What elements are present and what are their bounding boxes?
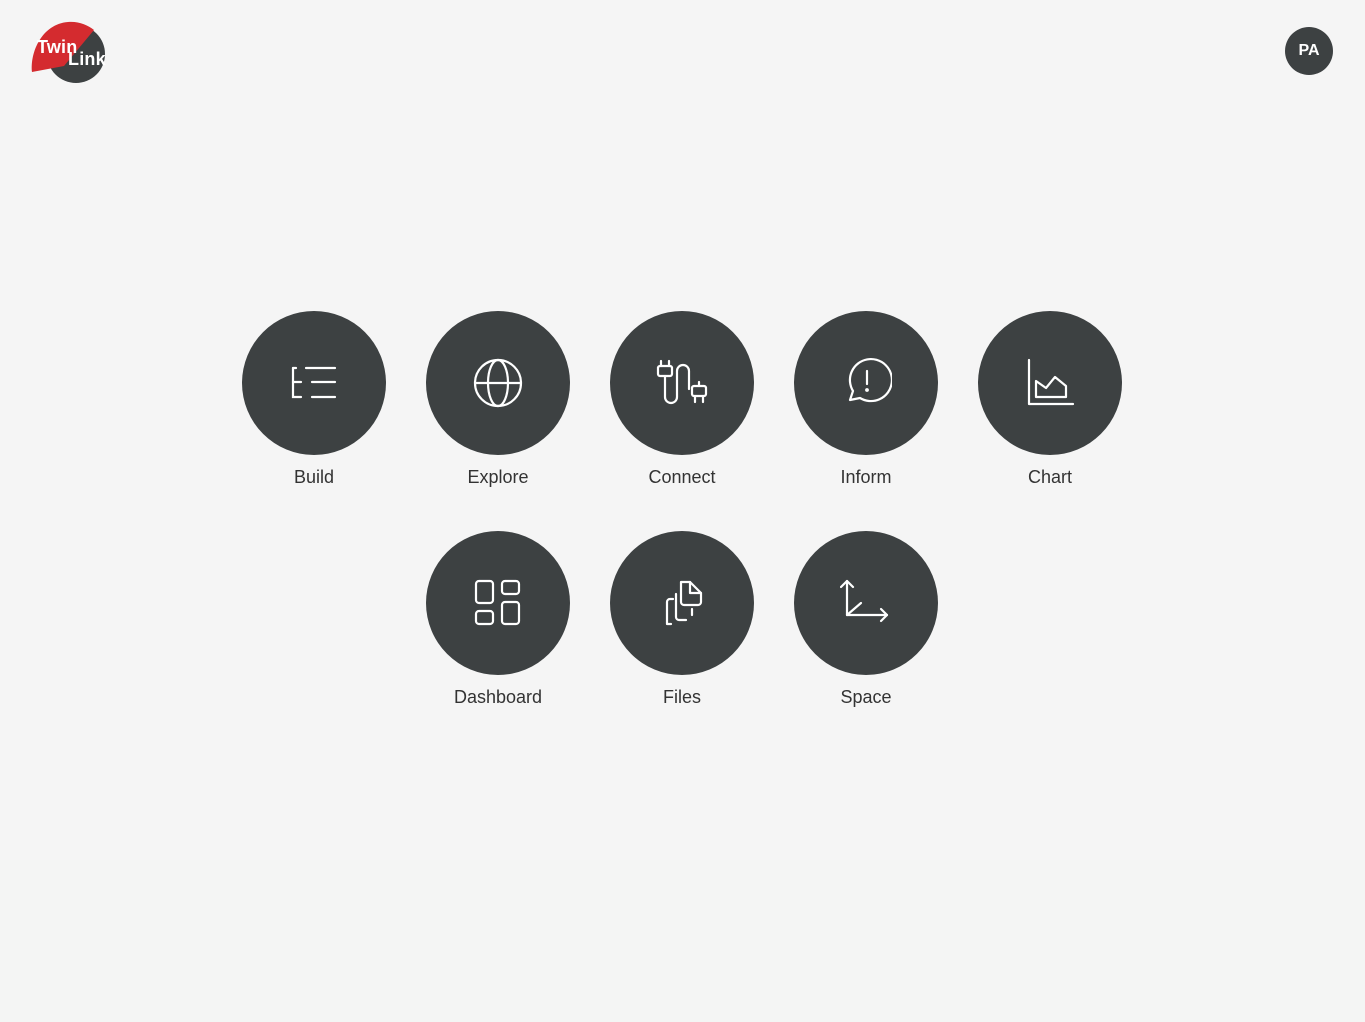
tile-build-circle[interactable] <box>242 311 386 455</box>
tile-inform-circle[interactable] <box>794 311 938 455</box>
tile-space[interactable]: Space <box>794 531 938 707</box>
alert-message-icon <box>848 358 892 403</box>
tile-inform-label: Inform <box>840 467 892 487</box>
tile-connect-circle[interactable] <box>610 311 754 455</box>
logo-text-link: Link <box>68 49 106 69</box>
dashboard-grid-icon <box>474 579 521 626</box>
tile-dashboard-label: Dashboard <box>453 687 543 707</box>
tile-files-label: Files <box>662 687 701 707</box>
avatar-initials: PA <box>1298 42 1320 59</box>
tile-connect-label: Connect <box>648 467 716 487</box>
tile-connect[interactable]: Connect <box>610 311 754 487</box>
page-background-band <box>0 860 1365 1022</box>
tile-space-label: Space <box>840 687 892 707</box>
globe-icon <box>473 358 523 408</box>
tile-space-circle[interactable] <box>794 531 938 675</box>
twinlink-logo[interactable]: Twin Link <box>30 20 112 84</box>
tile-explore-circle[interactable] <box>426 311 570 455</box>
tile-build-label: Build <box>293 467 335 487</box>
tree-list-icon <box>291 366 337 399</box>
axes-3d-icon <box>840 579 889 623</box>
tile-dashboard[interactable]: Dashboard <box>426 531 570 707</box>
tile-explore-label: Explore <box>467 467 529 487</box>
user-avatar-button[interactable]: PA <box>1285 27 1333 75</box>
tile-explore[interactable]: Explore <box>426 311 570 487</box>
tile-chart[interactable]: Chart <box>978 311 1122 487</box>
tile-dashboard-circle[interactable] <box>426 531 570 675</box>
tile-files[interactable]: Files <box>610 531 754 707</box>
tile-chart-circle[interactable] <box>978 311 1122 455</box>
plug-cable-icon <box>656 359 708 405</box>
tile-files-circle[interactable] <box>610 531 754 675</box>
tile-inform[interactable]: Inform <box>794 311 938 487</box>
area-chart-icon <box>1027 358 1075 406</box>
tile-build[interactable]: Build <box>242 311 386 487</box>
files-copy-icon <box>665 580 703 626</box>
tile-chart-label: Chart <box>1027 467 1072 487</box>
